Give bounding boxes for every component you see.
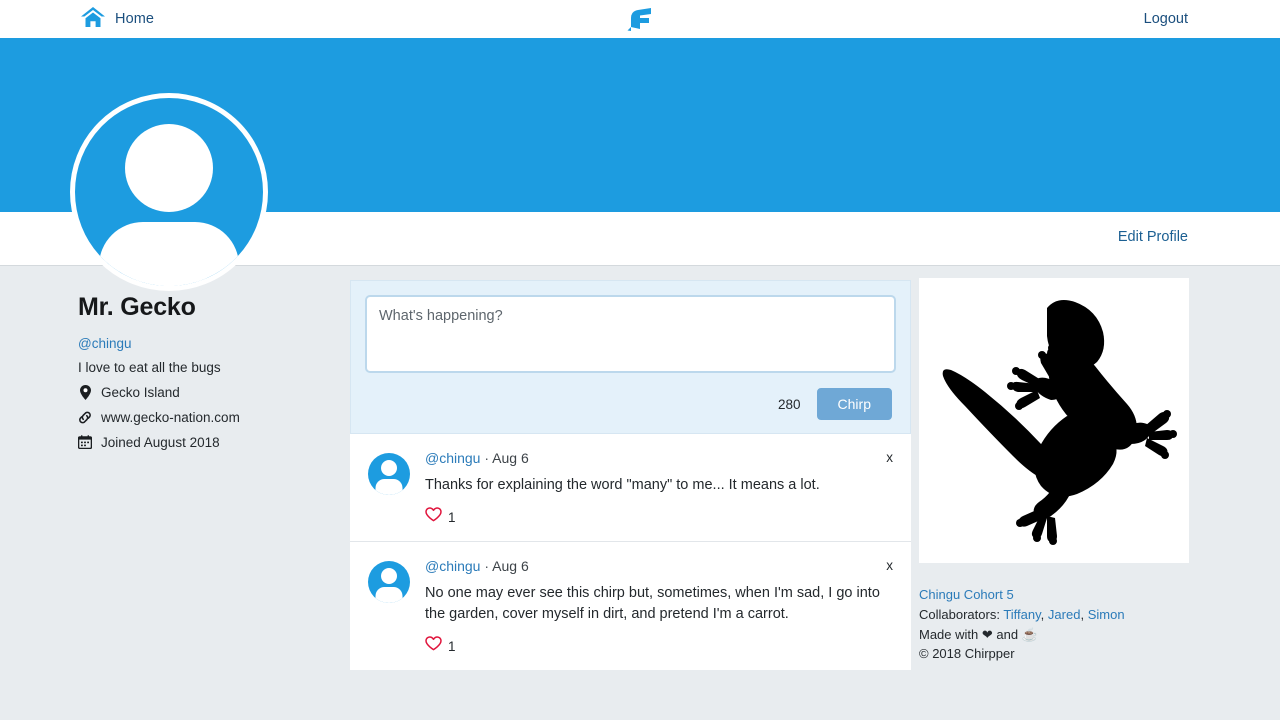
profile-joined: Joined August 2018 [78,435,328,450]
chirp-body: @chingu · Aug 6 Thanks for explaining th… [425,450,893,527]
chirp-text: Thanks for explaining the word "many" to… [425,477,820,493]
chirp-delete-button[interactable]: x [886,450,893,465]
made-with-prefix: Made with [919,626,979,642]
nav-home-label: Home [115,11,155,27]
chirp-separator: · [484,450,490,466]
collab-separator-1: , [1040,606,1045,622]
cohort-link[interactable]: Chingu Cohort 5 [919,587,1014,602]
chirp-text: No one may ever see this chirp but, some… [425,585,880,623]
user-avatar-icon-head [381,568,397,585]
collaborator-link-jared[interactable]: Jared [1048,607,1081,622]
home-icon [80,5,106,34]
profile-joined-label: Joined August 2018 [101,434,220,450]
profile-handle[interactable]: @chingu [78,336,328,351]
chirp-date: Aug 6 [492,558,529,575]
map-pin-icon [78,384,92,400]
heart-outline-icon[interactable] [425,636,442,656]
chirp-textarea[interactable] [365,295,896,373]
site-footer: Chingu Cohort 5 Collaborators: Tiffany, … [919,585,1189,664]
collab-separator-2: , [1080,606,1085,622]
chirpper-profile-page: Home Logout Edit Profile Mr. Gecko @chin… [0,0,1280,720]
chirp-item: @chingu · Aug 6 Thanks for explaining th… [350,434,911,543]
footer-copyright: © 2018 Chirpper [919,646,1015,662]
link-icon [78,410,92,425]
edit-profile-link[interactable]: Edit Profile [1118,229,1188,245]
footer-collaborators: Collaborators: Tiffany, Jared, Simon [919,605,1189,625]
chirpper-bird-logo[interactable] [623,3,657,35]
chirp-author-handle[interactable]: @chingu [425,450,480,466]
nav-logout-link[interactable]: Logout [1144,0,1188,38]
user-avatar-icon-body [99,222,239,286]
footer-made-with: Made with ❤ and ☕ [919,625,1189,645]
chirp-meta: @chingu · Aug 6 [425,558,893,574]
top-navbar: Home Logout [0,0,1280,41]
chirp-like-group[interactable]: 1 [425,507,893,527]
calendar-icon [78,435,92,450]
chirp-delete-button[interactable]: x [886,558,893,573]
user-avatar-icon-body [375,587,403,604]
chirp-like-count: 1 [448,509,456,525]
chirp-body: @chingu · Aug 6 No one may ever see this… [425,558,893,656]
profile-website-label: www.gecko-nation.com [101,409,240,425]
page-content: Mr. Gecko @chingu I love to eat all the … [0,266,1280,720]
composer-actions: 280 Chirp [365,388,896,423]
profile-sidebar: Mr. Gecko @chingu I love to eat all the … [78,293,328,450]
right-sidebar: Chingu Cohort 5 Collaborators: Tiffany, … [919,278,1189,664]
chirp-item: @chingu · Aug 6 No one may ever see this… [350,542,911,671]
gecko-silhouette-image [919,278,1189,563]
chirp-like-count: 1 [448,638,456,654]
user-avatar-icon-head [381,460,397,476]
footer-cohort: Chingu Cohort 5 [919,585,1189,605]
collaborator-link-simon[interactable]: Simon [1088,607,1125,622]
made-with-join: and [996,626,1019,642]
profile-avatar[interactable] [70,93,268,291]
profile-website: www.gecko-nation.com [78,410,328,425]
user-avatar-icon[interactable] [368,453,410,495]
chirp-author-handle[interactable]: @chingu [425,558,480,574]
coffee-cup-icon: ☕ [1021,626,1038,642]
chirp-meta: @chingu · Aug 6 [425,450,893,466]
collaborators-label: Collaborators: [919,606,1000,622]
heart-solid-icon: ❤ [981,626,993,642]
profile-display-name: Mr. Gecko [78,293,196,321]
profile-bio: I love to eat all the bugs [78,359,221,375]
heart-outline-icon[interactable] [425,507,442,527]
user-avatar-icon[interactable] [368,561,410,604]
chirp-like-group[interactable]: 1 [425,636,893,656]
character-counter: 280 [778,396,801,412]
profile-location-label: Gecko Island [101,384,180,400]
feed-column: 280 Chirp @chingu · Aug 6 Thanks for exp… [350,280,911,671]
chirp-date: Aug 6 [492,450,529,466]
profile-location: Gecko Island [78,384,328,400]
user-avatar-icon-body [375,479,403,495]
chirp-submit-button[interactable]: Chirp [816,388,892,420]
user-avatar-icon-head [125,124,213,212]
chirp-separator: · [484,558,490,575]
collaborator-link-tiffany[interactable]: Tiffany [1003,607,1040,622]
chirp-composer: 280 Chirp [350,280,911,434]
nav-home-link[interactable]: Home [80,0,154,38]
